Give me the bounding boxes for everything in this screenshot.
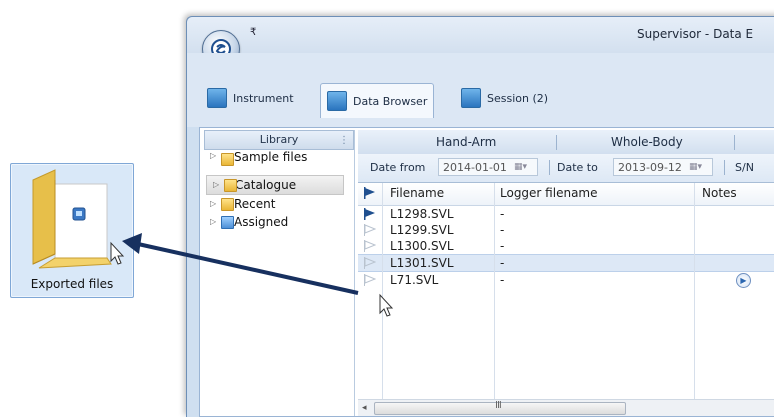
sidebar-item-catalogue[interactable]: ▷ Catalogue: [206, 175, 344, 195]
logger-filename-cell: -: [500, 207, 505, 221]
serial-number-label: S/N: [735, 161, 754, 174]
data-browser-panel: Library ⋮ ▷ Sample files ▷ Catalogue ▷ R…: [199, 127, 774, 417]
tab-label: Session (2): [487, 91, 549, 105]
tab-label: Instrument: [233, 91, 294, 105]
expand-icon[interactable]: ▷: [210, 195, 216, 213]
grid-line: [494, 205, 495, 400]
grid-line: [694, 205, 695, 400]
title-bar: ₹ Supervisor - Data E: [187, 17, 774, 53]
instrument-icon: [207, 88, 227, 108]
note-play-icon[interactable]: ▶: [736, 273, 751, 288]
sidebar-item-label: Assigned: [234, 215, 289, 229]
tab-instrument[interactable]: Instrument: [207, 83, 294, 113]
scrollbar-grip: III: [495, 400, 502, 411]
session-icon: [461, 88, 481, 108]
scrollbar-thumb[interactable]: III: [374, 400, 626, 415]
calendar-dropdown-icon[interactable]: ▦▾: [689, 161, 711, 173]
library-header: Library ⋮: [204, 130, 354, 150]
date-from-label: Date from: [370, 161, 426, 174]
grid-header: Filename Logger filename Notes: [358, 183, 774, 206]
splitter-grip-icon[interactable]: ⋮: [339, 132, 349, 150]
date-from-field[interactable]: 2014-01-01 ▦▾: [438, 158, 538, 176]
filename-cell: L1301.SVL: [390, 256, 454, 270]
column-header-logger-filename[interactable]: Logger filename: [500, 186, 598, 200]
tab-session[interactable]: Session (2): [461, 83, 548, 113]
sidebar-item-label: Catalogue: [235, 178, 297, 192]
folder-icon: [32, 169, 112, 269]
calendar-dropdown-icon[interactable]: ▦▾: [514, 161, 536, 173]
filter-tab-hand-arm[interactable]: Hand-Arm: [436, 135, 496, 149]
quick-access-dropdown-icon[interactable]: ₹: [250, 27, 256, 38]
logger-filename-cell: -: [500, 239, 505, 253]
date-from-value: 2014-01-01: [443, 161, 507, 174]
app-window: ₹ Supervisor - Data E Instrument Data Br…: [186, 16, 774, 417]
expand-icon[interactable]: ▷: [213, 176, 219, 194]
flag-filled-icon[interactable]: [364, 208, 376, 220]
folder-icon: [224, 179, 237, 192]
scroll-left-icon[interactable]: ◂: [362, 400, 367, 416]
assigned-folder-icon: [221, 216, 234, 229]
sidebar-item-label: Sample files: [234, 150, 308, 164]
tab-divider: [556, 135, 557, 150]
tab-divider: [734, 135, 735, 150]
sidebar-item-recent[interactable]: ▷ Recent: [204, 195, 354, 213]
exported-files-folder[interactable]: Exported files: [10, 163, 134, 298]
expand-icon[interactable]: ▷: [210, 213, 216, 231]
filter-tabs: Hand-Arm Whole-Body: [358, 130, 774, 155]
ribbon-tabs: Instrument Data Browser Session (2): [187, 53, 774, 127]
file-grid: Filename Logger filename Notes L1298.SVL…: [358, 183, 774, 416]
flag-column-icon[interactable]: [364, 187, 376, 199]
recent-folder-icon: [221, 198, 234, 211]
filename-cell: L71.SVL: [390, 273, 439, 287]
library-sidebar: Library ⋮ ▷ Sample files ▷ Catalogue ▷ R…: [204, 130, 355, 416]
column-header-notes[interactable]: Notes: [702, 186, 737, 200]
folder-label: Exported files: [30, 277, 114, 291]
filename-cell: L1299.SVL: [390, 223, 454, 237]
filter-row: Date from 2014-01-01 ▦▾ Date to 2013-09-…: [358, 154, 774, 183]
table-row-selected[interactable]: L1301.SVL -: [358, 254, 774, 272]
table-row[interactable]: L1300.SVL -: [358, 238, 774, 254]
sidebar-item-label: Recent: [234, 197, 276, 211]
logger-filename-cell: -: [500, 256, 505, 270]
logger-filename-cell: -: [500, 273, 505, 287]
tab-label: Data Browser: [353, 94, 428, 108]
date-to-field[interactable]: 2013-09-12 ▦▾: [613, 158, 713, 176]
flag-outline-icon[interactable]: [364, 274, 376, 286]
flag-outline-icon[interactable]: [364, 240, 376, 252]
binoculars-icon: [327, 91, 347, 111]
date-to-value: 2013-09-12: [618, 161, 682, 174]
table-row[interactable]: L1298.SVL -: [358, 206, 774, 222]
file-browser: Hand-Arm Whole-Body Date from 2014-01-01…: [358, 130, 774, 416]
column-divider[interactable]: [494, 183, 495, 205]
flag-outline-icon[interactable]: [364, 257, 376, 269]
table-row[interactable]: L71.SVL - ▶: [358, 272, 774, 288]
sidebar-item-assigned[interactable]: ▷ Assigned: [204, 213, 354, 231]
filter-divider: [724, 160, 725, 175]
tab-data-browser[interactable]: Data Browser: [320, 83, 435, 118]
flag-outline-icon[interactable]: [364, 224, 376, 236]
date-to-label: Date to: [557, 161, 598, 174]
window-title: Supervisor - Data E: [637, 27, 754, 41]
sidebar-item-sample-files[interactable]: ▷ Sample files: [204, 150, 354, 175]
grid-line: [382, 205, 383, 400]
filter-divider: [549, 160, 550, 175]
horizontal-scrollbar[interactable]: ◂ III: [358, 399, 774, 416]
table-row[interactable]: L1299.SVL -: [358, 222, 774, 238]
column-divider[interactable]: [694, 183, 695, 205]
expand-icon[interactable]: ▷: [210, 150, 216, 162]
column-divider[interactable]: [382, 183, 383, 205]
filter-tab-whole-body[interactable]: Whole-Body: [611, 135, 683, 149]
logger-filename-cell: -: [500, 223, 505, 237]
filename-cell: L1298.SVL: [390, 207, 454, 221]
filename-cell: L1300.SVL: [390, 239, 454, 253]
column-header-filename[interactable]: Filename: [390, 186, 444, 200]
library-title: Library: [259, 133, 299, 146]
folder-icon: [221, 153, 234, 166]
